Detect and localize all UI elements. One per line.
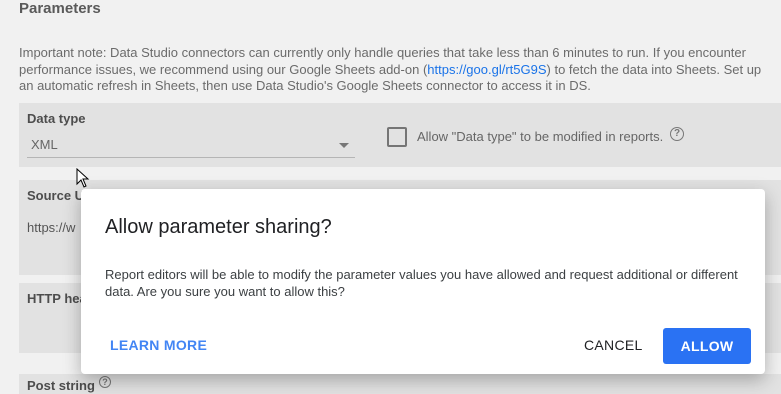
data-type-card: Data type XML Allow "Data type" to be mo…: [19, 103, 781, 167]
section-title: Parameters: [19, 0, 101, 17]
dialog-title: Allow parameter sharing?: [105, 216, 332, 238]
data-type-label: Data type: [27, 111, 86, 126]
dialog-body: Report editors will be able to modify th…: [105, 267, 738, 299]
sheets-addon-link[interactable]: https://goo.gl/rt5G9S: [427, 62, 546, 77]
help-circle-icon[interactable]: ?: [670, 127, 684, 141]
allow-data-type-label: Allow "Data type" to be modified in repo…: [417, 129, 664, 144]
data-type-value: XML: [31, 137, 58, 152]
help-circle-icon[interactable]: ?: [99, 376, 111, 388]
allow-button[interactable]: ALLOW: [663, 328, 751, 364]
allow-data-type-checkbox[interactable]: [387, 127, 407, 147]
data-type-select[interactable]: XML: [27, 135, 355, 158]
post-string-card: Post string ?: [19, 374, 781, 394]
learn-more-button[interactable]: LEARN MORE: [110, 337, 207, 353]
post-string-label: Post string: [27, 378, 95, 393]
source-url-label: Source U: [27, 188, 85, 203]
chevron-down-icon: [339, 143, 349, 148]
allow-sharing-dialog: Allow parameter sharing? Report editors …: [81, 189, 765, 374]
cancel-button[interactable]: CANCEL: [584, 337, 643, 353]
mouse-pointer-icon: [76, 168, 90, 188]
important-note: Important note: Data Studio connectors c…: [19, 45, 762, 93]
http-headers-label: HTTP hea: [27, 291, 87, 306]
